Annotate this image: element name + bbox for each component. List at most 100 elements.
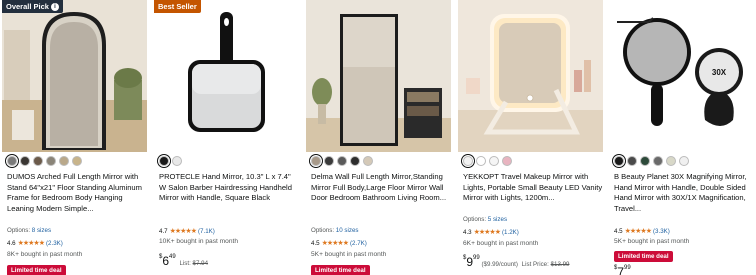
color-swatches <box>311 156 373 167</box>
star-rating-icon: ★★★★★ <box>473 229 501 236</box>
product-rating[interactable]: 4.3 ★★★★★ (1.2K) <box>463 228 519 237</box>
color-swatch[interactable] <box>311 156 321 166</box>
badge-label: Overall Pick <box>6 2 49 11</box>
product-options: Options: 5 sizes <box>463 216 507 223</box>
rating-count[interactable]: (7.1K) <box>198 228 215 235</box>
product-title[interactable]: DUMOS Arched Full Length Mirror with Sta… <box>7 172 147 215</box>
color-swatch[interactable] <box>20 156 30 166</box>
color-swatch[interactable] <box>350 156 360 166</box>
bought-count: 8K+ bought in past month <box>7 251 83 258</box>
color-swatch[interactable] <box>627 156 637 166</box>
info-icon[interactable]: i <box>50 3 59 12</box>
product-grid: Overall Pick i DUMOS Arched Full Length M… <box>0 0 756 275</box>
bought-count: 5K+ bought in past month <box>614 238 690 245</box>
color-swatch[interactable] <box>502 156 512 166</box>
list-label: List Price: <box>521 261 549 268</box>
product-title[interactable]: PROTECLE Hand Mirror, 10.3" L x 7.4" W S… <box>159 172 299 215</box>
rating-count[interactable]: (1.2K) <box>502 229 519 236</box>
rating-count[interactable]: (2.3K) <box>46 240 63 247</box>
color-swatches <box>463 156 512 167</box>
options-label: Options: <box>463 216 487 223</box>
star-rating-icon: ★★★★★ <box>169 228 197 235</box>
rating-count[interactable]: (2.7K) <box>350 240 367 247</box>
price-fraction: 99 <box>624 265 631 271</box>
color-swatch[interactable] <box>59 156 69 166</box>
product-rating[interactable]: 4.5 ★★★★★ (2.7K) <box>311 239 367 248</box>
color-swatch[interactable] <box>324 156 334 166</box>
rating-value: 4.5 <box>614 227 623 235</box>
star-rating-icon: ★★★★★ <box>17 240 45 247</box>
list-label: List: <box>179 260 191 267</box>
rating-value: 4.6 <box>7 239 16 247</box>
options-link[interactable]: 10 sizes <box>336 227 359 234</box>
color-swatch[interactable] <box>363 156 373 166</box>
product-image[interactable] <box>306 0 451 152</box>
magnifying-mirror-image: 30X <box>609 0 754 152</box>
product-price[interactable]: $799 <box>614 265 631 275</box>
color-swatch[interactable] <box>337 156 347 166</box>
color-swatch[interactable] <box>172 156 182 166</box>
color-swatches <box>614 156 689 167</box>
color-swatch[interactable] <box>666 156 676 166</box>
price-fraction: 49 <box>169 254 176 260</box>
color-swatch[interactable] <box>476 156 486 166</box>
rating-count[interactable]: (3.3K) <box>653 228 670 235</box>
product-rating[interactable]: 4.7 ★★★★★ (7.1K) <box>159 227 215 236</box>
product-image[interactable]: Best Seller <box>154 0 299 152</box>
product-card[interactable]: Overall Pick i DUMOS Arched Full Length M… <box>0 0 149 275</box>
options-link[interactable]: 5 sizes <box>488 216 507 223</box>
product-card[interactable]: Best Seller PROTECLE Hand Mirror, 10.3" … <box>152 0 301 275</box>
limited-time-deal-badge: Limited time deal <box>7 265 66 275</box>
product-price[interactable]: $999 ($9.99/count) List Price: $13.99 <box>463 255 570 269</box>
floor-mirror-image <box>306 0 451 152</box>
bought-count: 5K+ bought in past month <box>311 251 387 258</box>
product-card[interactable]: 30X B Beauty Planet 30X Magnifying Mirro… <box>607 0 756 275</box>
color-swatch[interactable] <box>463 156 473 166</box>
color-swatches <box>7 156 82 167</box>
product-price[interactable]: $649 List: $7.94 <box>159 254 208 268</box>
product-options: Options: 8 sizes <box>7 227 51 234</box>
rating-value: 4.5 <box>311 239 320 247</box>
product-image[interactable]: 30X <box>609 0 754 152</box>
color-swatch[interactable] <box>614 156 624 166</box>
list-price: $7.94 <box>192 260 209 267</box>
hand-mirror-image <box>154 0 299 152</box>
color-swatch[interactable] <box>46 156 56 166</box>
product-image[interactable] <box>458 0 603 152</box>
overall-pick-badge: Overall Pick i <box>2 0 63 13</box>
color-swatch[interactable] <box>72 156 82 166</box>
color-swatch[interactable] <box>159 156 169 166</box>
star-rating-icon: ★★★★★ <box>321 240 349 247</box>
best-seller-badge: Best Seller <box>154 0 201 13</box>
color-swatch[interactable] <box>679 156 689 166</box>
product-rating[interactable]: 4.5 ★★★★★ (3.3K) <box>614 227 670 236</box>
arched-mirror-image <box>2 0 147 152</box>
bought-count: 10K+ bought in past month <box>159 238 238 245</box>
magnification-label: 30X <box>712 68 727 77</box>
product-title[interactable]: YEKKOPT Travel Makeup Mirror with Lights… <box>463 172 603 215</box>
options-label: Options: <box>7 227 31 234</box>
options-link[interactable]: 8 sizes <box>32 227 51 234</box>
color-swatch[interactable] <box>7 156 17 166</box>
product-options: Options: 10 sizes <box>311 227 358 234</box>
color-swatch[interactable] <box>33 156 43 166</box>
limited-time-deal-badge: Limited time deal <box>311 265 370 275</box>
led-vanity-mirror-image <box>458 0 603 152</box>
color-swatch[interactable] <box>640 156 650 166</box>
options-label: Options: <box>311 227 335 234</box>
star-rating-icon: ★★★★★ <box>624 228 652 235</box>
list-price: $13.99 <box>550 261 570 268</box>
color-swatch[interactable] <box>653 156 663 166</box>
unit-price: ($9.99/count) <box>481 261 518 268</box>
bought-count: 6K+ bought in past month <box>463 240 539 247</box>
price-fraction: 99 <box>473 255 480 261</box>
product-card[interactable]: Delma Wall Full Length Mirror,Standing M… <box>304 0 453 275</box>
product-rating[interactable]: 4.6 ★★★★★ (2.3K) <box>7 239 63 248</box>
product-card[interactable]: YEKKOPT Travel Makeup Mirror with Lights… <box>456 0 605 275</box>
product-image[interactable]: Overall Pick i <box>2 0 147 152</box>
color-swatch[interactable] <box>489 156 499 166</box>
rating-value: 4.7 <box>159 227 168 235</box>
product-title[interactable]: B Beauty Planet 30X Magnifying Mirror, H… <box>614 172 754 215</box>
product-title[interactable]: Delma Wall Full Length Mirror,Standing M… <box>311 172 451 215</box>
rating-value: 4.3 <box>463 228 472 236</box>
